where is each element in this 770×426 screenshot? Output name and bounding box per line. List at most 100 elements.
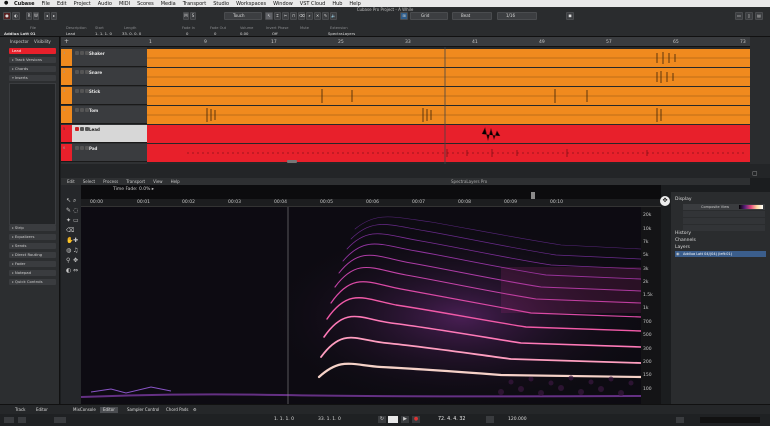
erase-tool[interactable]: ⌫ bbox=[298, 12, 305, 20]
info-value-extension[interactable]: SpectraLayers bbox=[328, 31, 355, 36]
track-buttons[interactable] bbox=[75, 51, 89, 55]
snap-toggle[interactable]: ⊞ bbox=[400, 12, 408, 20]
stop-button[interactable] bbox=[388, 416, 398, 423]
write-button[interactable]: W bbox=[33, 12, 39, 20]
sl-menu-edit[interactable]: Edit bbox=[67, 179, 75, 184]
monitor-button[interactable]: ◐ bbox=[12, 12, 20, 20]
tab-track[interactable]: Track bbox=[12, 407, 28, 413]
sl-time-readout[interactable]: Time Fade: 0.0% ▸ bbox=[113, 187, 154, 192]
tab-sampler-control[interactable]: Sampler Control bbox=[124, 407, 162, 413]
metronome-icon[interactable] bbox=[486, 416, 494, 423]
inspector-direct-routing[interactable]: ▸Direct Routing bbox=[9, 252, 56, 258]
tab-chord-pads[interactable]: Chord Pads bbox=[163, 407, 191, 413]
grid-type-select[interactable]: Beat bbox=[452, 12, 492, 20]
timeline-ruler[interactable]: 1 9 17 25 33 41 49 57 65 73 bbox=[147, 37, 750, 47]
tempo-display[interactable]: 120.000 bbox=[508, 417, 527, 422]
layer-row[interactable]: ◉ Addlua Lott 04/(04) (left:01) bbox=[675, 251, 766, 257]
display-settings-row[interactable] bbox=[683, 225, 765, 231]
menu-project[interactable]: Project bbox=[74, 1, 91, 7]
inspector-chords[interactable]: ▸Chords bbox=[9, 66, 56, 72]
track-buttons[interactable] bbox=[75, 89, 89, 93]
track-buttons[interactable] bbox=[75, 146, 89, 150]
cycle-button[interactable]: ↻ bbox=[378, 416, 386, 423]
audio-perf-icon[interactable] bbox=[54, 417, 66, 423]
playhead-marker-icon[interactable] bbox=[531, 192, 535, 199]
amplify-tool-icon[interactable]: ♫ bbox=[73, 247, 78, 254]
display-settings-row[interactable] bbox=[683, 218, 765, 224]
track-name[interactable]: Shaker bbox=[89, 51, 105, 56]
sl-menu-help[interactable]: Help bbox=[171, 179, 180, 184]
brush-tool-icon[interactable]: ✎ bbox=[66, 207, 71, 214]
layout-button-2[interactable]: ▯ bbox=[745, 12, 753, 20]
menu-cubase[interactable]: Cubase bbox=[14, 1, 35, 7]
move-tool-icon[interactable]: ✥ bbox=[73, 257, 78, 264]
menu-workspaces[interactable]: Workspaces bbox=[236, 1, 266, 7]
zoom-tool-icon[interactable]: ⌕ bbox=[73, 197, 76, 205]
layout-button-1[interactable]: ▭ bbox=[735, 12, 743, 20]
menu-vst-cloud[interactable]: VST Cloud bbox=[300, 1, 326, 7]
lasso-tool-icon[interactable]: ◌ bbox=[73, 207, 78, 214]
menu-scores[interactable]: Scores bbox=[137, 1, 154, 7]
menu-help[interactable]: Help bbox=[349, 1, 360, 7]
project-arrange-area[interactable] bbox=[147, 37, 750, 164]
channels-header[interactable]: Channels bbox=[675, 238, 696, 243]
heal-tool-icon[interactable]: ✚ bbox=[73, 237, 78, 244]
zoom-tool[interactable]: ⌕ bbox=[306, 12, 313, 20]
sl-menu-select[interactable]: Select bbox=[83, 179, 95, 184]
range-tool[interactable]: ⌶ bbox=[274, 12, 281, 20]
track-row-selected[interactable]: 5 Lead bbox=[61, 125, 147, 143]
composite-view-row[interactable]: Composite View bbox=[683, 204, 765, 210]
inspector-quick-controls[interactable]: ▸Quick Controls bbox=[9, 279, 56, 285]
inspector-track-versions[interactable]: ▸Track Versions bbox=[9, 57, 56, 63]
clone-tool-icon[interactable]: ◍ bbox=[66, 247, 71, 254]
arrange-vscroll-area[interactable] bbox=[750, 37, 770, 164]
track-buttons[interactable] bbox=[75, 108, 89, 112]
sl-menu-transport[interactable]: Transport bbox=[126, 179, 145, 184]
spectrogram[interactable] bbox=[81, 207, 641, 405]
menu-midi[interactable]: MIDI bbox=[119, 1, 130, 7]
track-name[interactable]: Pad bbox=[89, 146, 97, 151]
info-value-volume[interactable]: 0.00 bbox=[240, 31, 248, 36]
read-button[interactable]: R bbox=[26, 12, 32, 20]
mute-toggle[interactable]: M bbox=[183, 12, 189, 20]
menu-transport[interactable]: Transport bbox=[183, 1, 206, 7]
lower-zone-divider[interactable] bbox=[61, 164, 770, 178]
eye-icon[interactable]: ◉ bbox=[676, 251, 680, 256]
menu-media[interactable]: Media bbox=[161, 1, 176, 7]
glue-tool[interactable]: ⊓ bbox=[290, 12, 297, 20]
bottom-settings-icon[interactable]: ⚙ bbox=[190, 407, 200, 413]
quantize-select[interactable]: 1/16 bbox=[497, 12, 537, 20]
info-value-length[interactable]: 33. 0. 0. 0 bbox=[122, 31, 141, 36]
snap-left-button[interactable]: ◂ bbox=[44, 12, 50, 20]
wand-tool-icon[interactable]: ✦ bbox=[66, 217, 71, 224]
tab-visibility[interactable]: Visibility bbox=[34, 39, 51, 45]
tab-mixconsole[interactable]: MixConsole bbox=[70, 407, 99, 413]
eraser-tool-icon[interactable]: ⌫ bbox=[66, 227, 74, 234]
insert-slots[interactable] bbox=[9, 83, 56, 225]
track-name[interactable]: Tom bbox=[89, 108, 98, 113]
track-name[interactable]: Lead bbox=[89, 127, 100, 132]
menu-window[interactable]: Window bbox=[273, 1, 293, 7]
fade-tool-icon[interactable]: ◐ bbox=[66, 267, 71, 274]
transport-toggle-icon[interactable] bbox=[4, 417, 14, 423]
inspector-sends[interactable]: ▸Sends bbox=[9, 243, 56, 249]
inspector-fader[interactable]: ▸Fader bbox=[9, 261, 56, 267]
apple-icon[interactable]: ● bbox=[4, 0, 8, 6]
layout-button-3[interactable]: ▤ bbox=[755, 12, 763, 20]
play-button[interactable]: ▶ bbox=[401, 416, 409, 423]
track-buttons[interactable] bbox=[75, 127, 89, 131]
track-row[interactable]: 4 Tom bbox=[61, 106, 147, 124]
play-tool[interactable]: 🔈 bbox=[330, 12, 337, 20]
draw-tool[interactable]: ✎ bbox=[322, 12, 329, 20]
tab-editor[interactable]: Editor bbox=[100, 407, 118, 413]
track-row[interactable]: 6 Pad bbox=[61, 144, 147, 162]
tab-inspector[interactable]: Inspector bbox=[10, 39, 29, 45]
track-row[interactable]: 1 Shaker bbox=[61, 49, 147, 67]
primary-time-display[interactable]: 72. 4. 4. 32 bbox=[438, 417, 465, 422]
menu-edit[interactable]: Edit bbox=[57, 1, 67, 7]
sl-nav-icon[interactable]: ✥ bbox=[660, 196, 670, 206]
sl-time-ruler[interactable]: 00:00 00:01 00:02 00:03 00:04 00:05 00:0… bbox=[81, 199, 661, 207]
solo-toggle[interactable]: S bbox=[190, 12, 196, 20]
inspector-notepad[interactable]: ▸Notepad bbox=[9, 270, 56, 276]
inspector-equalizers[interactable]: ▸Equalizers bbox=[9, 234, 56, 240]
